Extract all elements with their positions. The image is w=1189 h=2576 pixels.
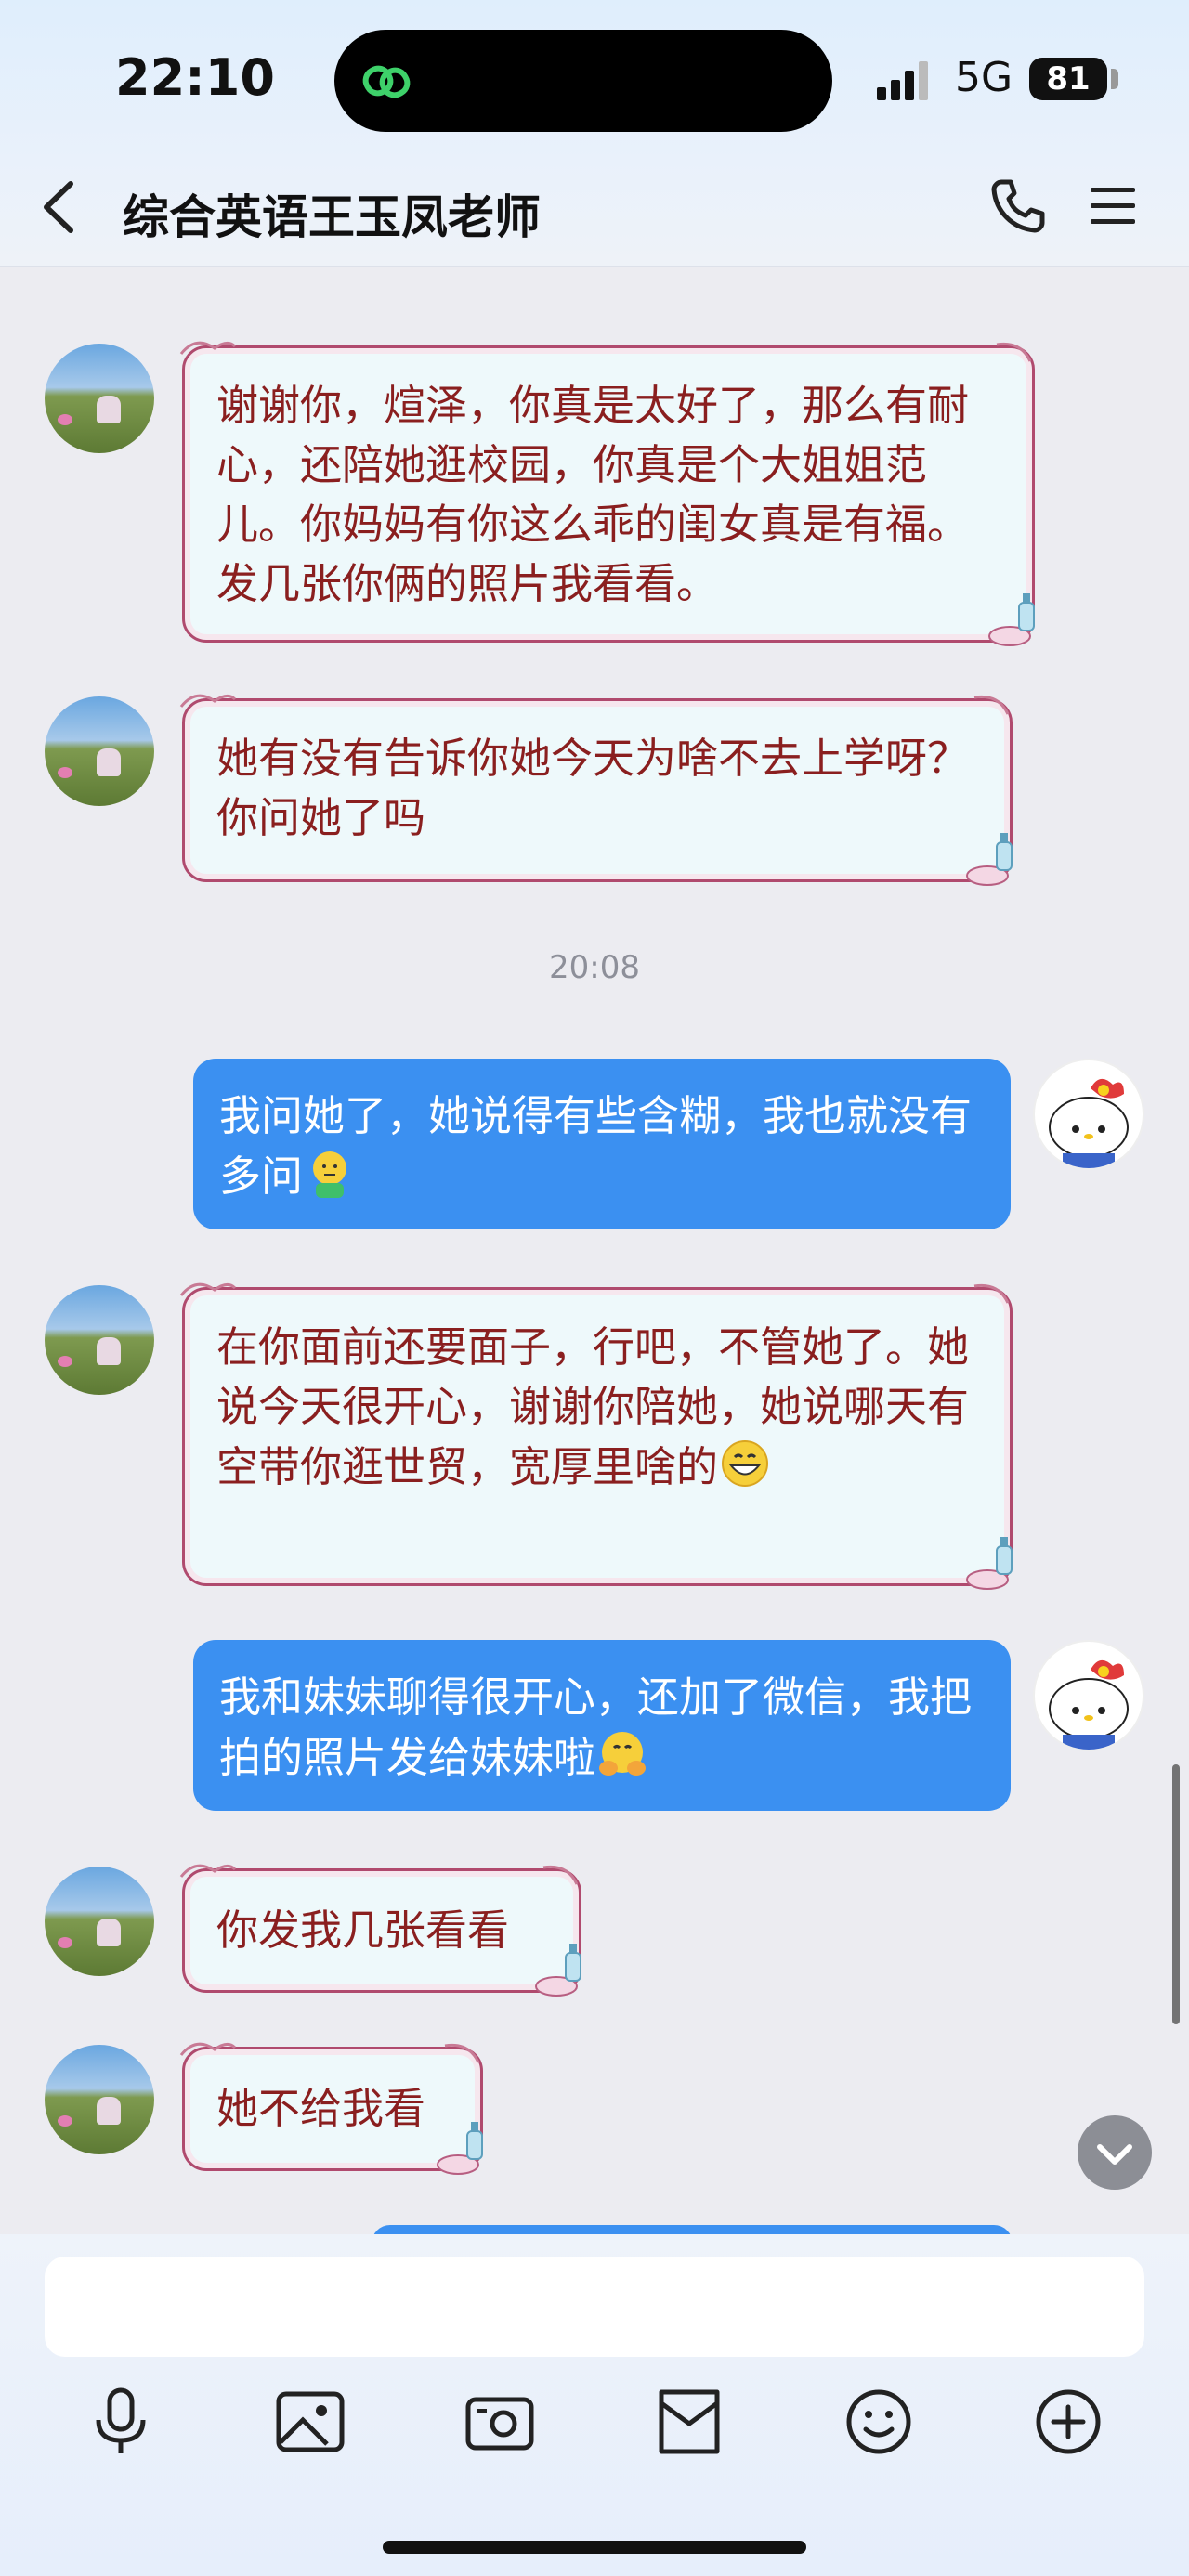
awkward-emoji-icon — [313, 1151, 347, 1198]
bow-decoration-icon — [179, 1282, 237, 1296]
my-avatar[interactable] — [1033, 1059, 1144, 1170]
plus-icon[interactable] — [1029, 2383, 1107, 2461]
grin-emoji-icon — [722, 1440, 769, 1487]
chevron-down-icon — [1097, 2144, 1132, 2165]
peer-avatar[interactable] — [45, 696, 154, 806]
image-icon[interactable] — [271, 2383, 349, 2461]
soap-bottle-icon — [437, 2122, 483, 2175]
chat-title: 综合英语王玉凤老师 — [123, 190, 541, 244]
emoji-icon[interactable] — [840, 2383, 918, 2461]
curl-decoration-icon — [973, 1283, 1010, 1304]
peer-avatar[interactable] — [45, 1285, 154, 1395]
curl-decoration-icon — [542, 1865, 579, 1885]
camera-icon[interactable] — [461, 2383, 539, 2461]
signal-icon — [877, 61, 928, 100]
soap-bottle-icon — [966, 833, 1013, 886]
hello-kitty-avatar-icon — [1049, 1659, 1129, 1750]
link-app-icon — [362, 65, 411, 98]
mic-icon[interactable] — [82, 2383, 160, 2461]
scrollbar[interactable] — [1172, 1764, 1180, 2024]
message-bubble-outgoing[interactable]: 我问她了，她说得有些含糊，我也就没有多问 — [193, 1059, 1011, 1229]
input-area — [0, 2234, 1189, 2576]
folder-icon[interactable] — [650, 2383, 728, 2461]
soap-bottle-icon — [966, 1537, 1013, 1590]
battery-tip — [1111, 69, 1118, 89]
message-bubble-incoming[interactable]: 在你面前还要面子，行吧，不管她了。她说今天很开心，谢谢你陪她，她说哪天有空带你逛… — [179, 1282, 1013, 1590]
message-bubble-outgoing[interactable]: 我和妹妹聊得很开心，还加了微信，我把拍的照片发给妹妹啦 — [193, 1640, 1011, 1811]
phone-icon[interactable] — [988, 176, 1048, 236]
message-bubble-incoming[interactable]: 你发我几张看看 — [179, 1864, 581, 1997]
message-bubble-incoming[interactable]: 她不给我看 — [179, 2042, 483, 2175]
peer-avatar[interactable] — [45, 1867, 154, 1976]
message-text: 你发我几张看看 — [216, 1906, 510, 1955]
my-avatar[interactable] — [1033, 1640, 1144, 1751]
message-text: 谢谢你，煊泽，你真是太好了，那么有耐心，还陪她逛校园，你真是个大姐姐范儿。你妈妈… — [216, 381, 970, 608]
bow-decoration-icon — [179, 1864, 237, 1878]
bow-decoration-icon — [179, 341, 237, 355]
soap-bottle-icon — [535, 1944, 581, 1997]
hug-emoji-icon — [599, 1732, 647, 1776]
curl-decoration-icon — [973, 695, 1010, 715]
scroll-to-bottom-button[interactable] — [1078, 2115, 1152, 2190]
message-bubble-incoming[interactable]: 她有没有告诉你她今天为啥不去上学呀？你问她了吗 — [179, 694, 1013, 886]
curl-decoration-icon — [996, 342, 1032, 362]
home-indicator — [383, 2541, 806, 2554]
message-text: 她有没有告诉你她今天为啥不去上学呀？你问她了吗 — [216, 734, 970, 842]
menu-icon[interactable] — [1089, 184, 1137, 228]
curl-decoration-icon — [444, 2043, 480, 2063]
peer-avatar[interactable] — [45, 344, 154, 453]
bow-decoration-icon — [179, 2042, 237, 2056]
message-timestamp: 20:08 — [549, 949, 640, 986]
back-icon[interactable] — [37, 176, 84, 238]
message-text: 她不给我看 — [216, 2084, 426, 2133]
peer-avatar[interactable] — [45, 2045, 154, 2154]
battery-indicator: 81 — [1029, 58, 1107, 100]
message-input[interactable] — [45, 2257, 1144, 2357]
hello-kitty-avatar-icon — [1049, 1078, 1129, 1168]
dynamic-island — [334, 30, 832, 132]
network-type: 5G — [955, 54, 1013, 101]
soap-bottle-icon — [988, 593, 1035, 646]
top-bar: 22:10 5G 81 综合英语王玉凤老师 — [0, 0, 1189, 267]
message-text: 在你面前还要面子，行吧，不管她了。她说今天很开心，谢谢你陪她，她说哪天有空带你逛… — [216, 1322, 970, 1491]
bow-decoration-icon — [179, 694, 237, 708]
status-time: 22:10 — [115, 48, 275, 107]
message-bubble-incoming[interactable]: 谢谢你，煊泽，你真是太好了，那么有耐心，还陪她逛校园，你真是个大姐姐范儿。你妈妈… — [179, 341, 1035, 646]
